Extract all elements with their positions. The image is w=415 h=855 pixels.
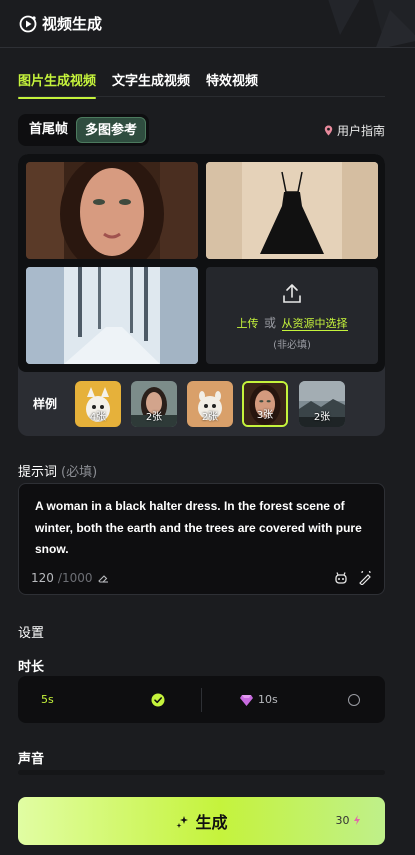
reference-images-card: 上传 或 从资源中选择 (非必填) 样例 4张 2张 2张 3张 2张: [18, 154, 385, 436]
char-count: 120: [31, 571, 54, 585]
sound-label: 声音: [18, 752, 45, 767]
upload-link[interactable]: 上传: [236, 317, 258, 330]
reference-mode-switch: 首尾帧 多图参考: [18, 114, 150, 146]
example-count: 2张: [201, 412, 219, 423]
tab-effect-video[interactable]: 特效视频: [206, 70, 258, 99]
upload-or-text: 或: [263, 316, 276, 330]
generate-button[interactable]: 生成 30: [18, 797, 385, 845]
user-guide-label: 用户指南: [336, 123, 385, 138]
reference-image-dress[interactable]: [206, 162, 378, 259]
required-hint: (必填): [61, 465, 98, 480]
example-item[interactable]: 2张: [131, 381, 177, 427]
example-count: 4张: [89, 412, 107, 423]
prompt-label: 提示词 (必填): [18, 461, 97, 480]
ai-polish-icon[interactable]: [358, 571, 372, 585]
duration-label: 时长: [18, 660, 45, 675]
sparkle-icon: [176, 816, 189, 828]
robot-icon[interactable]: [334, 571, 348, 585]
prompt-tools: [334, 571, 372, 585]
example-count: 2张: [145, 412, 163, 423]
mode-tabs: 图片生成视频 文字生成视频 特效视频: [18, 70, 258, 99]
generate-label: 生成: [195, 813, 228, 832]
tab-text-to-video[interactable]: 文字生成视频: [112, 70, 190, 99]
location-pin-icon: [324, 125, 333, 135]
examples-label: 样例: [33, 397, 58, 411]
mode-first-last-frame[interactable]: 首尾帧: [21, 117, 76, 143]
eraser-icon[interactable]: [97, 572, 109, 584]
example-count: 3张: [256, 410, 274, 421]
example-count: 2张: [313, 412, 331, 423]
settings-heading: 设置: [18, 626, 45, 641]
choose-from-assets-link[interactable]: 从资源中选择: [281, 317, 348, 331]
example-item-selected[interactable]: 3张: [242, 381, 288, 427]
video-generate-icon: [19, 15, 37, 32]
check-circle-icon: [151, 693, 165, 707]
duration-divider: [201, 688, 202, 712]
prompt-label-text: 提示词: [18, 465, 58, 480]
generate-cost: 30: [336, 814, 362, 827]
optional-hint: (非必填): [273, 340, 311, 351]
mode-row: 首尾帧 多图参考 用户指南: [18, 114, 385, 146]
reference-image-woman[interactable]: [26, 162, 198, 259]
tabs-divider: [18, 96, 385, 97]
cost-value: 30: [335, 814, 350, 827]
example-item[interactable]: 2张: [187, 381, 233, 427]
reference-image-grid: 上传 或 从资源中选择 (非必填): [18, 154, 385, 372]
duration-option-5s[interactable]: 5s: [41, 693, 54, 706]
upload-dropzone[interactable]: 上传 或 从资源中选择 (非必填): [206, 267, 378, 364]
char-max: /1000: [57, 571, 93, 585]
tab-image-to-video[interactable]: 图片生成视频: [18, 70, 97, 99]
examples-row: 样例 4张 2张 2张 3张 2张: [18, 379, 385, 429]
upload-line: 上传 或 从资源中选择: [206, 314, 378, 331]
page-title: 视频生成: [42, 15, 103, 33]
prompt-input[interactable]: A woman in a black halter dress. In the …: [18, 483, 385, 595]
reference-image-snow-forest[interactable]: [26, 267, 198, 364]
credit-icon: [354, 815, 360, 825]
sound-control[interactable]: [18, 770, 385, 775]
duration-10s-radio[interactable]: [348, 694, 360, 706]
prompt-text[interactable]: A woman in a black halter dress. In the …: [35, 496, 365, 561]
mode-multi-image-reference[interactable]: 多图参考: [76, 117, 147, 143]
user-guide-link[interactable]: 用户指南: [324, 122, 385, 139]
diamond-icon: [240, 695, 253, 706]
generate-label-row: 生成: [18, 809, 385, 833]
char-counter: 120/1000: [31, 571, 109, 585]
duration-option-10s[interactable]: 10s: [258, 693, 278, 706]
upload-icon: [283, 284, 301, 303]
example-item[interactable]: 4张: [75, 381, 121, 427]
app-header: 视频生成: [0, 0, 415, 48]
header-decoration: [328, 0, 415, 47]
example-item[interactable]: 2张: [299, 381, 345, 427]
duration-selector: 5s 10s: [18, 676, 385, 723]
